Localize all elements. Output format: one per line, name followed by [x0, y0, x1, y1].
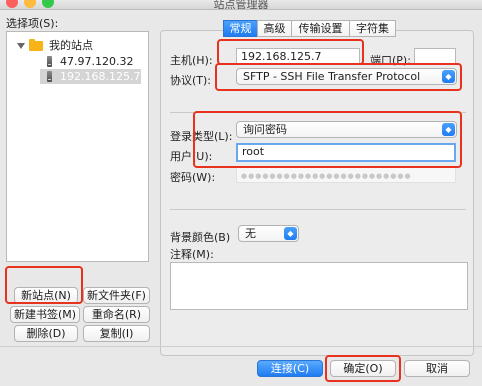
comments-textarea[interactable] [170, 262, 468, 310]
copy-button[interactable]: 复制(I) [83, 325, 150, 342]
divider [170, 112, 466, 113]
cancel-button[interactable]: 取消 [404, 360, 470, 377]
logon-type-select-value: 询问密码 [243, 123, 287, 136]
protocol-select-value: SFTP - SSH File Transfer Protocol [243, 70, 421, 83]
tree-item-label: 47.97.120.32 [60, 55, 134, 68]
site-tree[interactable]: 我的站点 47.97.120.32 192.168.125.7 [6, 31, 149, 262]
folder-icon [29, 39, 43, 51]
port-label: 端口(P): [370, 54, 411, 67]
logon-type-select[interactable]: 询问密码 ◆ [236, 121, 457, 138]
logon-type-label: 登录类型(L): [170, 130, 233, 143]
tree-item-label: 192.168.125.7 [60, 70, 141, 83]
password-input[interactable]: ●●●●●●●●●●●●●●●●●●●●●●●● [236, 166, 456, 183]
chevron-updown-icon: ◆ [284, 227, 297, 240]
user-input[interactable]: root [236, 143, 456, 162]
connect-button[interactable]: 连接(C) [257, 360, 323, 377]
protocol-label: 协议(T): [170, 74, 212, 87]
host-input[interactable]: 192.168.125.7 [236, 48, 360, 65]
bg-color-label: 背景颜色(B) [170, 231, 231, 244]
comments-label: 注释(M): [170, 248, 214, 261]
tree-root-label: 我的站点 [49, 39, 93, 52]
new-bookmark-button[interactable]: 新建书签(M) [10, 306, 80, 323]
rename-button[interactable]: 重命名(R) [83, 306, 150, 323]
protocol-select[interactable]: SFTP - SSH File Transfer Protocol ◆ [236, 68, 457, 85]
window-title: 站点管理器 [213, 0, 269, 10]
tab-advanced[interactable]: 高级 [257, 20, 292, 37]
server-icon [47, 56, 52, 67]
footer-divider [0, 346, 482, 347]
tab-general[interactable]: 常规 [223, 20, 258, 37]
password-dots: ●●●●●●●●●●●●●●●●●●●●●●●● [241, 172, 412, 180]
title-bar: 站点管理器 [0, 0, 482, 10]
server-icon [47, 71, 52, 82]
user-label: 用户(U): [170, 150, 213, 163]
tree-item-site-1[interactable]: 47.97.120.32 [7, 54, 148, 69]
tab-charset[interactable]: 字符集 [349, 20, 396, 37]
tree-root-my-sites[interactable]: 我的站点 [7, 38, 148, 53]
bg-color-select[interactable]: 无 ◆ [238, 225, 299, 242]
tab-transfer-settings[interactable]: 传输设置 [291, 20, 350, 37]
delete-button[interactable]: 删除(D) [14, 325, 78, 342]
chevron-updown-icon: ◆ [442, 70, 455, 83]
disclosure-triangle-icon[interactable] [17, 43, 25, 49]
select-entry-label: 选择项(S): [6, 17, 59, 30]
host-label: 主机(H): [170, 54, 213, 67]
new-site-button[interactable]: 新站点(N) [14, 287, 78, 304]
ok-button[interactable]: 确定(O) [330, 360, 396, 377]
port-input[interactable] [414, 48, 456, 65]
chevron-updown-icon: ◆ [442, 123, 455, 136]
divider [170, 209, 466, 210]
new-folder-button[interactable]: 新文件夹(F) [83, 287, 150, 304]
bg-color-select-value: 无 [245, 227, 256, 240]
tree-item-site-2[interactable]: 192.168.125.7 [40, 69, 141, 84]
password-label: 密码(W): [170, 171, 216, 184]
